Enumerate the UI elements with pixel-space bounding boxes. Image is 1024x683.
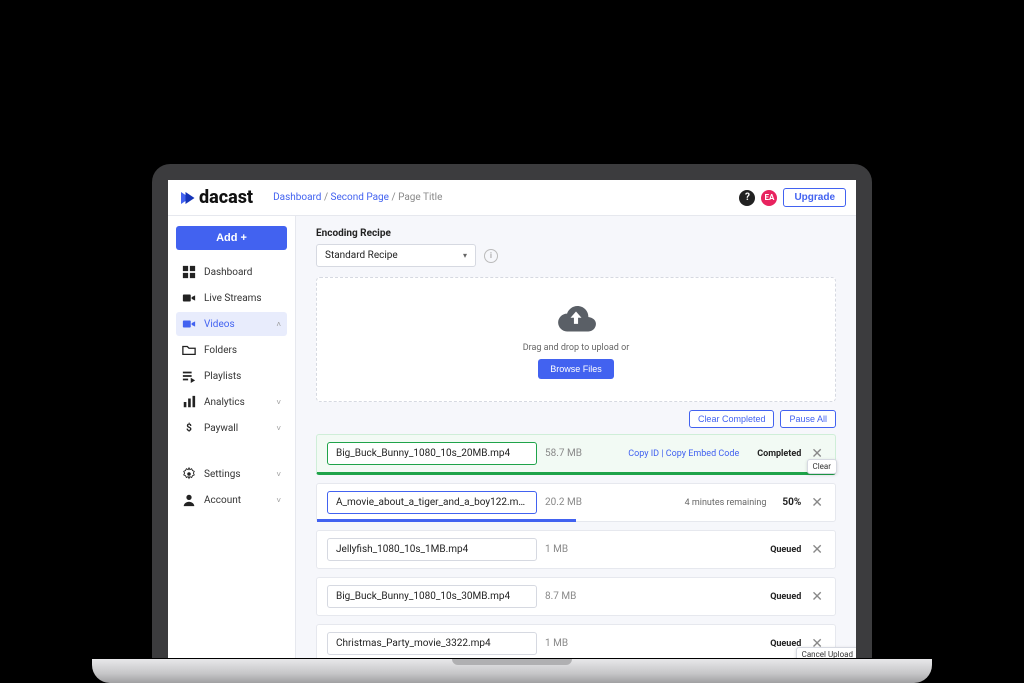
breadcrumb: Dashboard / Second Page / Page Title (273, 192, 442, 203)
info-icon[interactable]: i (484, 249, 498, 263)
sidebar-item-live-streams[interactable]: Live Streams (176, 286, 287, 310)
sidebar-item-label: Dashboard (204, 267, 252, 278)
upload-row: Christmas_Party_movie_3322.mp4 1 MB Queu… (316, 624, 836, 658)
encoding-recipe-label: Encoding Recipe (316, 228, 836, 239)
cloud-upload-icon (554, 300, 598, 337)
browse-files-button[interactable]: Browse Files (538, 359, 614, 379)
chevron-down-icon: ˅ (276, 424, 281, 433)
chevron-up-icon: ˄ (276, 320, 281, 329)
sidebar-item-paywall[interactable]: $ Paywall ˅ (176, 416, 287, 440)
chevron-down-icon: ˅ (276, 398, 281, 407)
upload-status: Queued (770, 592, 801, 602)
breadcrumb-dashboard[interactable]: Dashboard (273, 192, 321, 203)
person-icon (182, 493, 196, 507)
sidebar-item-account[interactable]: Account ˅ (176, 488, 287, 512)
upgrade-button[interactable]: Upgrade (783, 188, 846, 207)
breadcrumb-current: Page Title (398, 192, 442, 203)
sidebar-item-label: Playlists (204, 371, 241, 382)
upload-row: Jellyfish_1080_10s_1MB.mp4 1 MB Queued ✕ (316, 530, 836, 569)
sidebar-item-videos[interactable]: Videos ˄ (176, 312, 287, 336)
camera-icon (182, 291, 196, 305)
help-icon[interactable]: ? (739, 190, 755, 206)
gear-icon (182, 467, 196, 481)
pause-all-button[interactable]: Pause All (780, 410, 836, 428)
dacast-logo-icon (178, 189, 196, 207)
chevron-down-icon: ˅ (276, 470, 281, 479)
sidebar-item-analytics[interactable]: Analytics ˅ (176, 390, 287, 414)
sidebar-item-label: Folders (204, 345, 237, 356)
analytics-icon (182, 395, 196, 409)
clear-completed-button[interactable]: Clear Completed (689, 410, 775, 428)
brand-logo[interactable]: dacast (178, 187, 253, 208)
clear-tooltip: Clear (807, 459, 837, 474)
upload-filename[interactable]: Christmas_Party_movie_3322.mp4 (327, 632, 537, 655)
upload-size: 8.7 MB (545, 591, 605, 602)
laptop-notch (452, 659, 572, 665)
upload-filename[interactable]: A_movie_about_a_tiger_and_a_boy122.mvp (327, 491, 537, 514)
cancel-upload-button[interactable]: ✕ (809, 496, 825, 510)
encoding-recipe-select[interactable]: Standard Recipe ▾ (316, 244, 476, 267)
upload-status: Completed (757, 449, 801, 459)
add-button[interactable]: Add + (176, 226, 287, 250)
upload-time-remaining: 4 minutes remaining (685, 498, 767, 508)
copy-embed-link[interactable]: Copy Embed Code (666, 449, 739, 459)
laptop-screen-bezel: dacast Dashboard / Second Page / Page Ti… (152, 164, 872, 658)
upload-row: A_movie_about_a_tiger_and_a_boy122.mvp 2… (316, 483, 836, 522)
copy-id-link[interactable]: Copy ID (628, 449, 659, 459)
cancel-upload-button[interactable]: ✕ (809, 590, 825, 604)
laptop-base (92, 659, 932, 683)
upload-size: 1 MB (545, 544, 605, 555)
brand-name: dacast (199, 187, 253, 208)
chevron-down-icon: ▾ (463, 251, 467, 260)
upload-size: 20.2 MB (545, 497, 605, 508)
breadcrumb-second-page[interactable]: Second Page (331, 192, 389, 203)
playlist-icon (182, 369, 196, 383)
upload-dropzone[interactable]: Drag and drop to upload or Browse Files (316, 277, 836, 402)
dropzone-text: Drag and drop to upload or (523, 343, 630, 353)
sidebar-item-label: Live Streams (204, 293, 262, 304)
select-value: Standard Recipe (325, 250, 398, 261)
upload-filename[interactable]: Big_Buck_Bunny_1080_10s_20MB.mp4 (327, 442, 537, 465)
upload-status: Queued (770, 545, 801, 555)
upload-percent: 50% (782, 497, 801, 508)
chevron-down-icon: ˅ (276, 496, 281, 505)
upload-size: 1 MB (545, 638, 605, 649)
sidebar-item-label: Analytics (204, 397, 245, 408)
upload-row: Big_Buck_Bunny_1080_10s_30MB.mp4 8.7 MB … (316, 577, 836, 616)
sidebar-item-label: Settings (204, 469, 241, 480)
sidebar-item-playlists[interactable]: Playlists (176, 364, 287, 388)
avatar[interactable]: EA (761, 190, 777, 206)
sidebar-item-label: Paywall (204, 423, 238, 434)
sidebar-item-label: Videos (204, 319, 235, 330)
dollar-icon: $ (182, 421, 196, 435)
cancel-upload-button[interactable]: ✕ (809, 543, 825, 557)
sidebar-item-dashboard[interactable]: Dashboard (176, 260, 287, 284)
upload-filename[interactable]: Jellyfish_1080_10s_1MB.mp4 (327, 538, 537, 561)
upload-filename[interactable]: Big_Buck_Bunny_1080_10s_30MB.mp4 (327, 585, 537, 608)
sidebar-item-label: Account (204, 495, 241, 506)
upload-row: Big_Buck_Bunny_1080_10s_20MB.mp4 58.7 MB… (316, 434, 836, 475)
topbar: dacast Dashboard / Second Page / Page Ti… (168, 180, 856, 216)
dashboard-icon (182, 265, 196, 279)
main-content: Encoding Recipe Standard Recipe ▾ i Drag… (296, 216, 856, 658)
sidebar: Add + Dashboard Live Streams (168, 216, 296, 658)
app-window: dacast Dashboard / Second Page / Page Ti… (168, 180, 856, 658)
upload-size: 58.7 MB (545, 448, 605, 459)
cancel-upload-tooltip: Cancel Upload (796, 647, 856, 658)
video-icon (182, 317, 196, 331)
sidebar-item-settings[interactable]: Settings ˅ (176, 462, 287, 486)
folder-icon (182, 343, 196, 357)
sidebar-item-folders[interactable]: Folders (176, 338, 287, 362)
